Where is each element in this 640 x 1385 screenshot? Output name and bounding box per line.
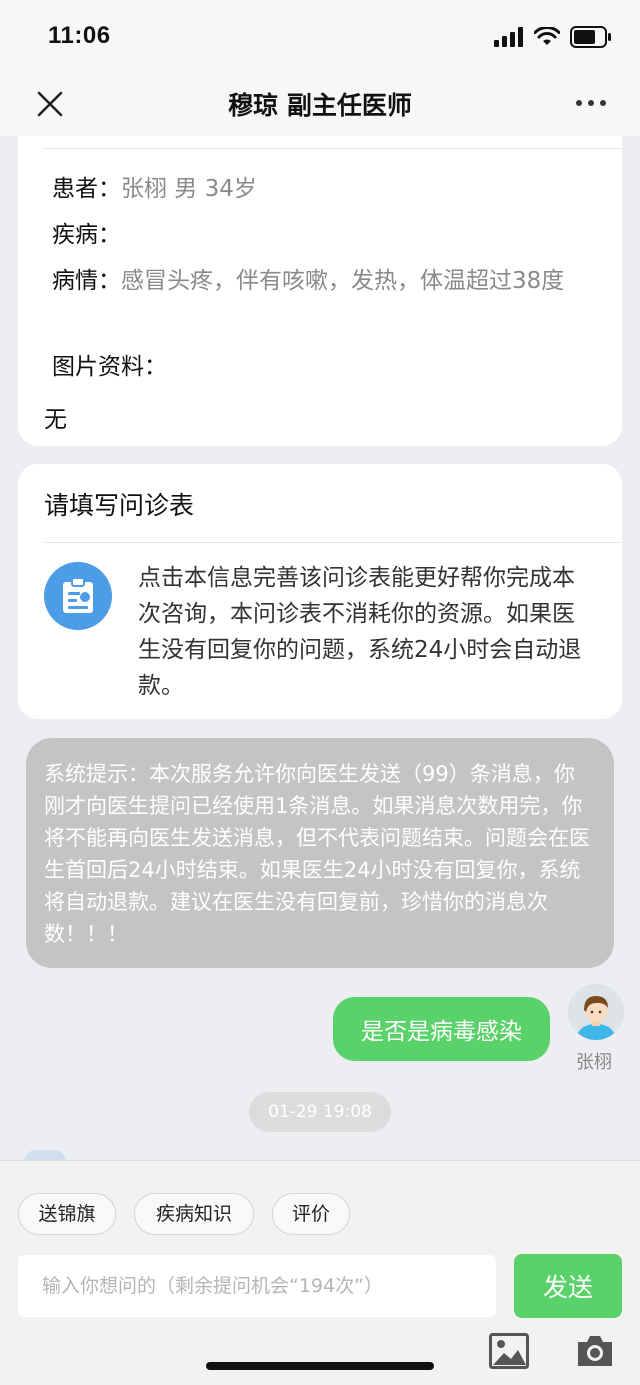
- patient-value: 张栩 男 34岁: [121, 176, 257, 202]
- send-banner-button[interactable]: 送锦旗: [18, 1193, 116, 1235]
- images-label: 图片资料：: [52, 354, 167, 380]
- image-icon[interactable]: [489, 1333, 529, 1369]
- images-value: 无: [44, 407, 67, 433]
- questionnaire-description: 点击本信息完善该问诊表能更好帮你完成本次咨询，本问诊表不消耗你的资源。如果医生没…: [138, 565, 582, 699]
- disease-label: 疾病：: [52, 222, 121, 248]
- battery-icon: [570, 26, 611, 48]
- questionnaire-card[interactable]: 请填写问诊表 点击本信息完善该问诊表能更好帮你完成本次咨询，本问诊表不消耗你的资…: [18, 464, 622, 719]
- bottom-panel: 送锦旗 疾病知识 评价 发送: [0, 1160, 640, 1385]
- disease-row: 疾病：: [52, 218, 592, 252]
- disease-knowledge-button[interactable]: 疾病知识: [134, 1193, 254, 1235]
- divider: [44, 542, 622, 543]
- condition-label: 病情：: [52, 268, 121, 294]
- condition-row: 病情： 感冒头疼，伴有咳嗽，发热，体温超过38度: [52, 264, 592, 298]
- status-bar: 11:06: [0, 0, 640, 70]
- questionnaire-title: 请填写问诊表: [44, 491, 195, 520]
- status-time: 11:06: [48, 22, 111, 49]
- nav-bar: 穆琼 副主任医师: [0, 70, 640, 136]
- patient-info-card: 患者： 张栩 男 34岁 疾病： 病情： 感冒头疼，伴有咳嗽，发热，体温超过38…: [18, 136, 622, 446]
- patient-row: 患者： 张栩 男 34岁: [52, 172, 592, 206]
- status-icons: [494, 26, 612, 48]
- patient-label: 患者：: [52, 176, 121, 202]
- sender-name: 张栩: [576, 1052, 612, 1073]
- images-row: 图片资料：: [52, 350, 592, 384]
- user-avatar[interactable]: [568, 984, 624, 1040]
- page-title: 穆琼 副主任医师: [228, 91, 412, 120]
- rate-button[interactable]: 评价: [272, 1193, 350, 1235]
- clipboard-icon: [44, 562, 112, 630]
- message-timestamp: 01-29 19:08: [249, 1092, 391, 1132]
- home-indicator: [206, 1362, 434, 1370]
- signal-icon: [494, 27, 523, 47]
- message-bubble[interactable]: 是否是病毒感染: [333, 997, 550, 1061]
- condition-value: 感冒头疼，伴有咳嗽，发热，体温超过38度: [121, 268, 565, 294]
- send-button[interactable]: 发送: [514, 1254, 622, 1318]
- system-notice: 系统提示：本次服务允许你向医生发送（99）条消息，你刚才向医生提问已经使用1条消…: [26, 738, 614, 968]
- camera-icon[interactable]: [575, 1333, 615, 1369]
- message-input[interactable]: [18, 1255, 496, 1317]
- more-icon[interactable]: [576, 100, 606, 106]
- wifi-icon: [534, 27, 560, 45]
- divider: [44, 148, 622, 149]
